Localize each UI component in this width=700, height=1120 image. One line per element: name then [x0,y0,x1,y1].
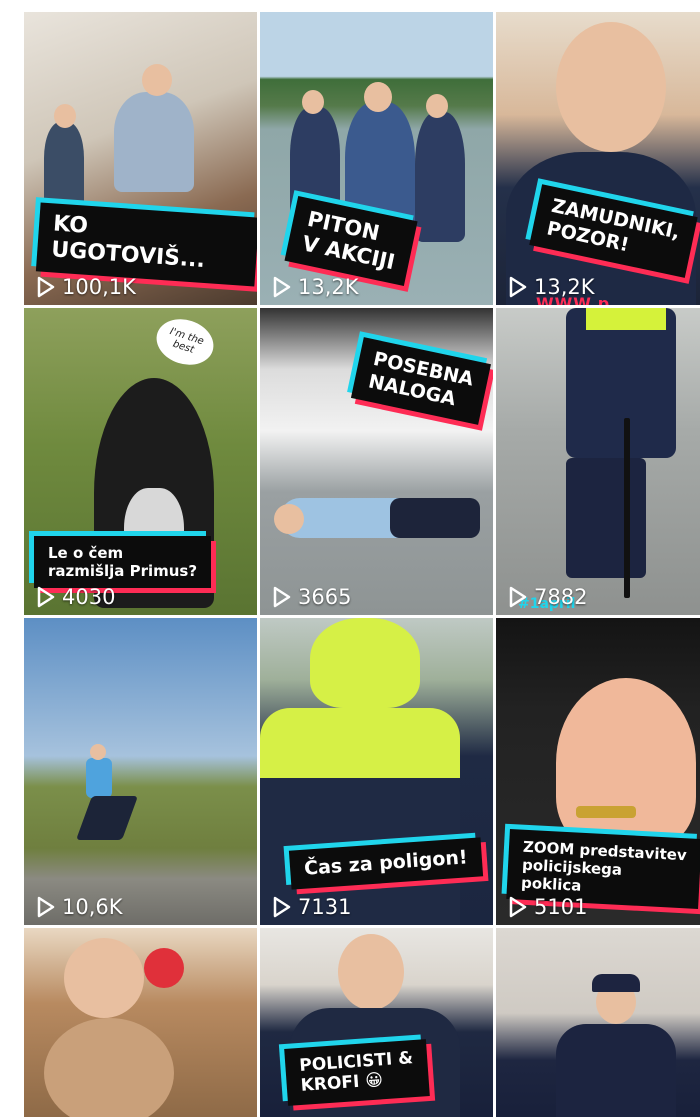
video-tile-9[interactable]: ZOOM predstavitev policijskega poklica 5… [496,618,700,928]
view-count: 4030 [36,585,115,609]
view-count-text: 5101 [534,895,588,919]
play-icon [273,586,291,608]
video-thumbnail [496,308,700,615]
view-count-text: 100,1K [62,275,136,299]
video-grid: KO UGOTOVIŠ... 100,1K PITON V AKCIJI 13,… [24,12,700,1120]
play-icon [509,276,527,298]
play-icon [273,276,291,298]
play-icon [37,586,55,608]
view-count: 10,6K [36,895,123,919]
video-thumbnail [496,928,700,1117]
view-count-text: 7131 [298,895,352,919]
play-icon [273,896,291,918]
video-caption: Le o čem razmišlja Primus? [34,536,212,588]
view-count: 7882 [508,585,587,609]
view-count-text: 13,2K [298,275,359,299]
play-icon [509,586,527,608]
video-thumbnail [24,928,257,1117]
video-tile-3[interactable]: ZAMUDNIKI, POZOR! WWW.p 13,2K [496,12,700,308]
view-count-text: 3665 [298,585,352,609]
video-tile-10[interactable] [24,928,257,1120]
video-tile-7[interactable]: 10,6K [24,618,257,928]
view-count: 100,1K [36,275,136,299]
view-count: 7131 [272,895,351,919]
video-thumbnail [24,618,257,925]
video-tile-6[interactable]: #1april 7882 [496,308,700,618]
video-tile-8[interactable]: Čas za poligon! 7131 [260,618,493,928]
view-count-text: 4030 [62,585,116,609]
view-count-text: 10,6K [62,895,123,919]
video-tile-4[interactable]: I'm the best Le o čem razmišlja Primus? … [24,308,257,618]
play-icon [509,896,527,918]
play-icon [37,896,55,918]
play-icon [37,276,55,298]
view-count-text: 13,2K [534,275,595,299]
view-count: 13,2K [272,275,359,299]
view-count: 13,2K [508,275,595,299]
video-tile-11[interactable]: POLICISTI & KROFI 😀 [260,928,493,1120]
video-tile-2[interactable]: PITON V AKCIJI 13,2K [260,12,493,308]
video-tile-12[interactable] [496,928,700,1120]
view-count: 5101 [508,895,587,919]
video-tile-5[interactable]: POSEBNA NALOGA 3665 [260,308,493,618]
video-caption: POLICISTI & KROFI 😀 [284,1039,430,1106]
view-count: 3665 [272,585,351,609]
video-tile-1[interactable]: KO UGOTOVIŠ... 100,1K [24,12,257,308]
view-count-text: 7882 [534,585,588,609]
